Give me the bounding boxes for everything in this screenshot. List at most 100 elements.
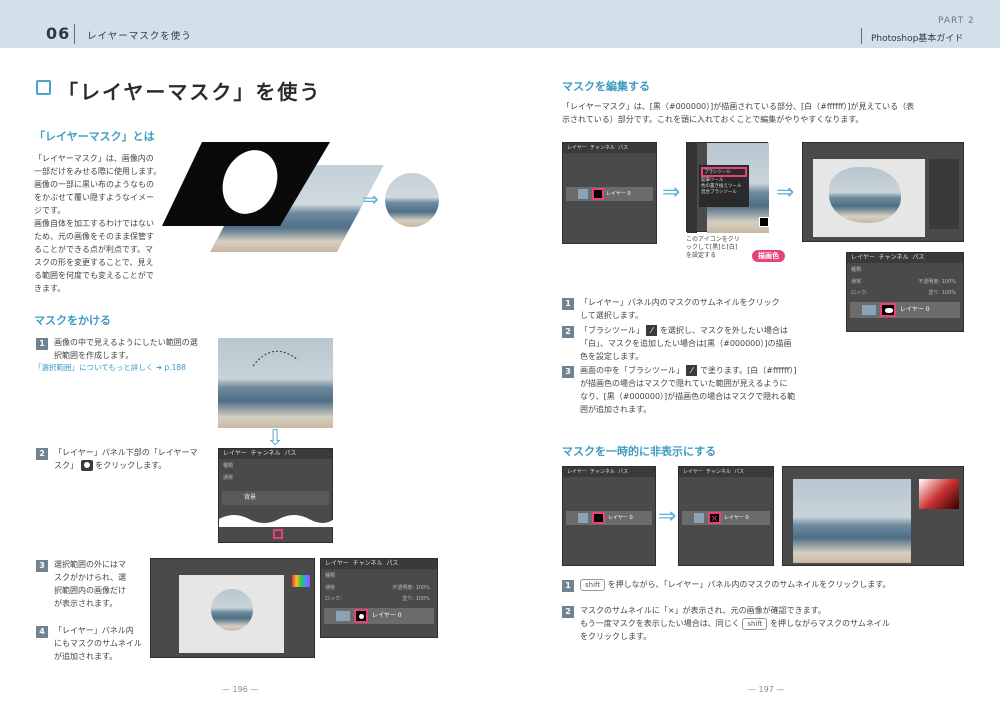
opacity-value[interactable]: 100% [416, 585, 430, 591]
panel-mode-row: 通常 不透明度: 100% [847, 276, 963, 287]
mask-thumbnail[interactable] [354, 609, 368, 623]
opacity-label: 不透明度: [918, 279, 941, 285]
layer-row-layer0[interactable]: レイヤー 0 [850, 302, 960, 318]
chapter-title: レイヤーマスクを使う [87, 31, 192, 42]
step-text: 「レイヤー」パネル内 にもマスクのサムネイル が追加されます。 [54, 624, 144, 663]
tab-layers: レイヤー [567, 469, 587, 475]
panel-kind: 種類 [851, 267, 862, 273]
body-line: 画像自体を加工するわけではない [34, 219, 154, 228]
body-line: 画像の一部に黒い布のようなもの [34, 180, 154, 189]
step-line-part: 「ブラシツール」 [580, 326, 644, 335]
step-line: マスクのサムネイルに「×」が表示され、元の画像が確認できます。 [580, 606, 826, 615]
step-line: 画面の中を「ブラシツール」 ⁄ で塗ります。[白（#ffffff）] [580, 364, 840, 377]
photoshop-brushed-screenshot [802, 142, 964, 242]
panel-tabs: レイヤー チャンネル パス [563, 143, 656, 153]
tool-strip [687, 143, 697, 233]
section-heading-apply: マスクをかける [34, 314, 111, 327]
step-line-part: もう一度マスクを表示したい場合は、同じく [580, 619, 740, 628]
panel-tabs: レイヤー チャンネル パス [563, 467, 655, 477]
body-line: る範囲を何度でも変えることがで [34, 271, 154, 280]
tab-paths: パス [734, 469, 745, 475]
layer-row-layer0[interactable]: × レイヤー 0 [682, 511, 770, 525]
panel-tabs: レイヤー チャンネル パス [847, 253, 963, 263]
step-line-part: をクリックします。 [95, 461, 167, 470]
body-line: をかぶせて覆い隠すようなイメー [34, 193, 154, 202]
tab-channels: チャンネル [706, 469, 731, 475]
layer-row-layer0[interactable]: レイヤー 0 [324, 608, 434, 624]
step-line: スクがかけられ、選 [54, 573, 127, 582]
step-text: 「レイヤー」パネル内のマスクのサムネイルをクリック して選択します。 [580, 296, 840, 322]
page-number-left: — 196 — [222, 685, 259, 694]
panel-tabs: レイヤー チャンネル パス [219, 449, 332, 459]
fill-value[interactable]: 100% [416, 596, 430, 602]
caption-line: このアイコンをクリ [686, 236, 740, 243]
mask-disabled-x-icon[interactable]: × [708, 512, 721, 524]
step-line: 「レイヤー」パネル内のマスクのサムネイルをクリック [580, 298, 780, 307]
menu-item-brush[interactable]: ブラシツール [701, 167, 747, 177]
reference-link[interactable]: 「選択範囲」についてもっと詳しく ➜ p.188 [34, 362, 186, 373]
shift-key: shift [580, 579, 606, 591]
lock-label: ロック: [851, 290, 868, 296]
step-badge: 1 [562, 298, 574, 310]
panel-lock-row: ロック: 塗り: 100% [321, 593, 437, 604]
step-line: が追加されます。 [54, 652, 118, 661]
layer-row-layer0[interactable]: レイヤー 0 [566, 511, 652, 525]
layer-row-layer0[interactable]: レイヤー 0 [566, 187, 653, 201]
layers-panel-edit: レイヤー チャンネル パス レイヤー 0 [562, 142, 657, 244]
panel-kind: 種類 [223, 463, 234, 469]
layers-panel-before-hide: レイヤー チャンネル パス レイヤー 0 [562, 466, 656, 566]
layers-panel-edit-result: レイヤー チャンネル パス 種類 通常 不透明度: 100% ロック: 塗り: … [846, 252, 964, 332]
layer-mask-icon [80, 460, 93, 471]
full-photo [793, 479, 911, 563]
add-mask-button-highlight[interactable] [273, 529, 283, 539]
color-picker [919, 479, 959, 509]
step-line: 囲が追加されます。 [580, 405, 652, 414]
body-line: 一部だけをみせる際に使用します。 [34, 167, 162, 176]
section-heading-hide: マスクを一時的に非表示にする [562, 445, 717, 458]
mask-thumbnail[interactable] [592, 512, 605, 524]
step-badge: 1 [562, 580, 574, 592]
canvas [813, 159, 925, 237]
brush-flyout-menu: ブラシツール 鉛筆ツール 色の置き換えツール 混合ブラシツール [699, 165, 749, 207]
step-text: 画面の中を「ブラシツール」 ⁄ で塗ります。[白（#ffffff）] が描画色の… [580, 364, 840, 416]
step-text: 選択範囲の外にはマ スクがかけられ、選 択範囲内の画像だけ が表示されます。 [54, 558, 144, 610]
photoshop-window-screenshot [150, 558, 315, 658]
step-badge: 3 [562, 366, 574, 378]
step-line: 「白」、マスクを追加したい場合は[黒（#000000）]の描画 [580, 339, 792, 348]
step-text: 「レイヤー」パネル下部の「レイヤーマ スク」 をクリックします。 [54, 446, 214, 472]
panel-tabs: レイヤー チャンネル パス [321, 559, 437, 569]
step-line: もう一度マスクを表示したい場合は、同じく shift を押しながらマスクのサムネ… [580, 617, 960, 630]
step-line-part: 画面の中を「ブラシツール」 [580, 366, 684, 375]
step-line-part: スク」 [54, 461, 78, 470]
mask-thumbnail[interactable] [592, 188, 604, 200]
step-line: が表示されます。 [54, 599, 118, 608]
result-circle [385, 173, 439, 227]
toolbar-brush-screenshot: ブラシツール 鉛筆ツール 色の置き換えツール 混合ブラシツール [686, 142, 769, 233]
step-line-part: で塗ります。[白（#ffffff）] [699, 366, 797, 375]
menu-item-mixer-brush[interactable]: 混合ブラシツール [701, 189, 747, 195]
fill-label: 塗り: [928, 290, 941, 296]
right-arrow-icon: ⇒ [776, 180, 795, 205]
step-line: が描画色の場合はマスクで隠れていた範囲が見えるように [580, 379, 788, 388]
step-line: 「ブラシツール」 ⁄ を選択し、マスクを外したい場合は [580, 324, 840, 337]
foreground-color-tag: 描画色 [752, 250, 785, 262]
fill-value[interactable]: 100% [942, 290, 956, 296]
step-line: を押しながら、「レイヤー」パネル内のマスクのサムネイルをクリックします。 [607, 580, 891, 589]
panel-mode: 通常 [223, 475, 234, 481]
step-line: 選択範囲の外にはマ [54, 560, 126, 569]
layer-row-bg[interactable]: 背景 [222, 491, 329, 505]
foreground-color-swatch[interactable] [759, 217, 769, 227]
header-divider [74, 24, 75, 44]
opacity-value[interactable]: 100% [942, 279, 956, 285]
panel-kind: 種類 [325, 573, 336, 579]
step-badge: 3 [36, 560, 48, 572]
tab-channels: チャンネル [250, 450, 281, 457]
canvas [179, 575, 284, 653]
tab-channels: チャンネル [878, 254, 909, 261]
lock-label: ロック: [325, 596, 342, 602]
section-heading-edit: マスクを編集する [562, 80, 650, 93]
right-arrow-icon: ⇒ [662, 180, 681, 205]
checkbox-icon [36, 80, 51, 95]
mask-thumbnail[interactable] [880, 303, 896, 317]
tab-layers: レイヤー [325, 560, 349, 567]
